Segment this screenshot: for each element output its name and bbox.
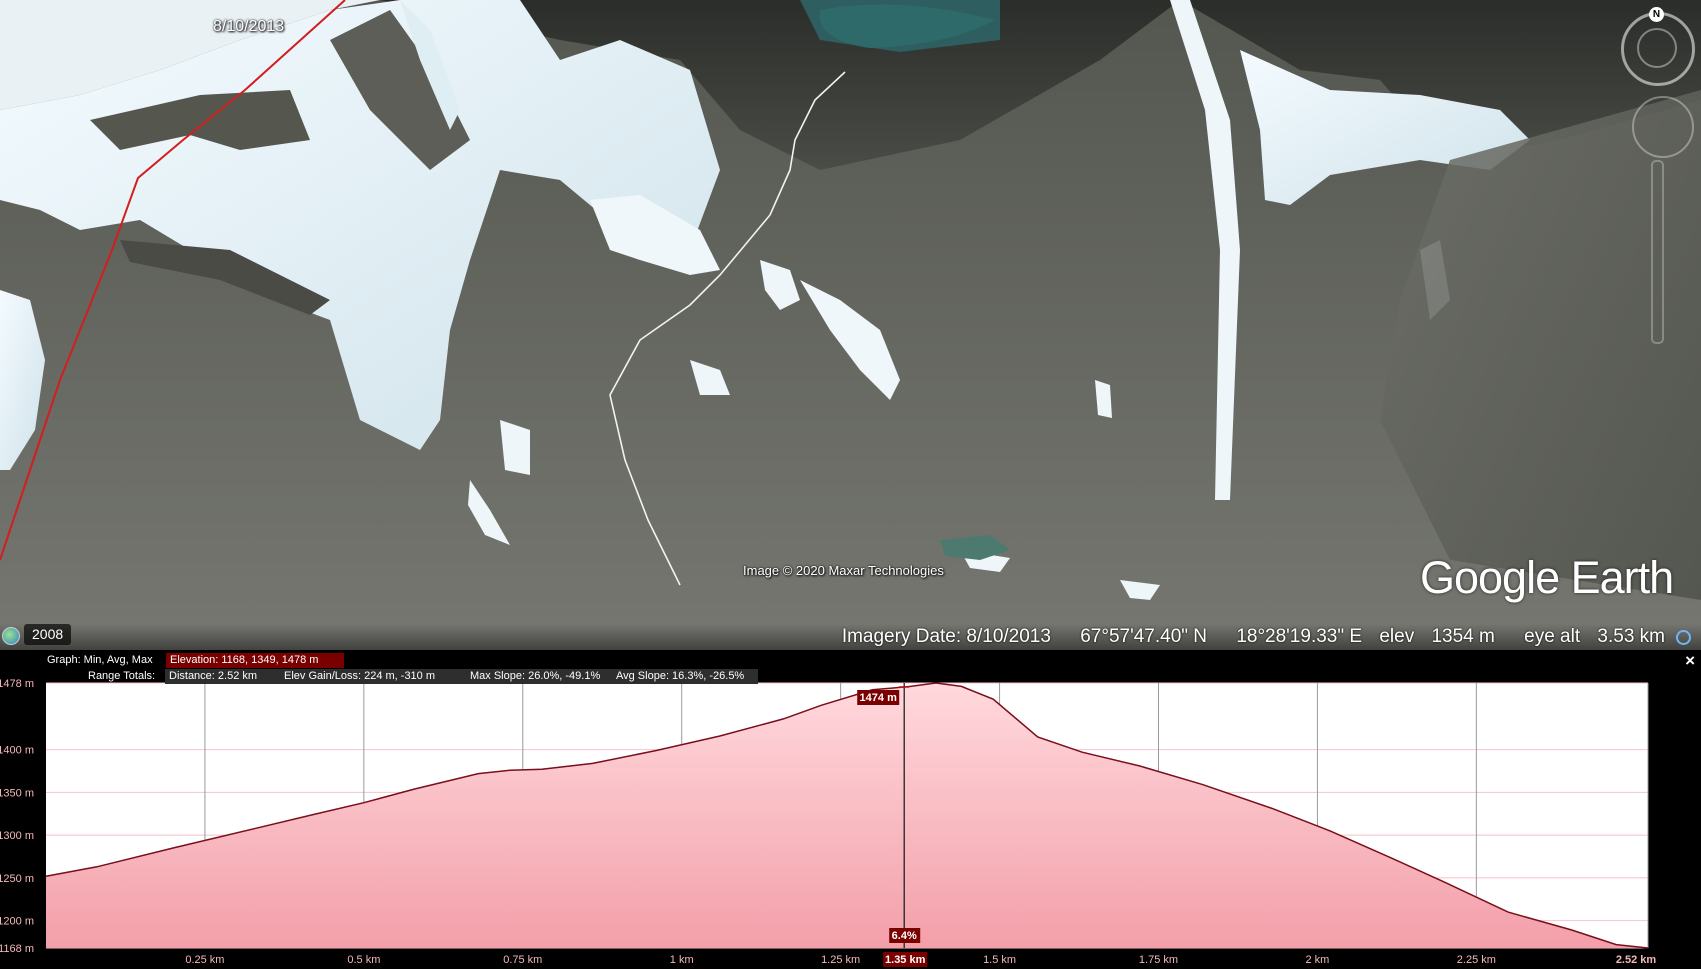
x-tick-label: 0.5 km bbox=[347, 954, 380, 966]
compass-ring-control[interactable] bbox=[1621, 12, 1695, 86]
cursor-elevation-label: 1474 m bbox=[860, 692, 898, 704]
elevation-profile-panel[interactable]: 1478 m 1400 m 1350 m 1300 m 1250 m 1200 m 1168… bbox=[0, 650, 1701, 969]
north-icon[interactable]: N bbox=[1649, 7, 1664, 22]
y-tick-label: 1250 m bbox=[0, 873, 34, 885]
x-tick-label: 1.5 km bbox=[983, 954, 1016, 966]
longitude-readout: 18°28'19.33" E bbox=[1236, 626, 1363, 647]
cursor-distance-label: 1.35 km bbox=[885, 954, 926, 966]
x-tick-label: 1.75 km bbox=[1139, 954, 1178, 966]
max-slope: Max Slope: 26.0%, -49.1% bbox=[466, 669, 612, 684]
x-tick-label: 0.25 km bbox=[185, 954, 224, 966]
elev-gain-loss: Elev Gain/Loss: 224 m, -310 m bbox=[280, 669, 466, 684]
elev-readout: 1354 m bbox=[1431, 626, 1495, 647]
distance-total: Distance: 2.52 km bbox=[165, 669, 280, 684]
eye-alt-readout: 3.53 km bbox=[1597, 626, 1665, 647]
elevation-summary: Elevation: 1168, 1349, 1478 m bbox=[166, 653, 344, 668]
imagery-attribution: Image © 2020 Maxar Technologies bbox=[743, 563, 944, 578]
cursor-slope-label: 6.4% bbox=[892, 930, 917, 942]
latitude-readout: 67°57'47.40" N bbox=[1080, 626, 1208, 647]
x-tick-label: 2 km bbox=[1306, 954, 1330, 966]
imagery-date-label: 8/10/2013 bbox=[213, 18, 285, 35]
avg-slope: Avg Slope: 16.3%, -26.5% bbox=[612, 669, 758, 684]
x-tick-label: 1 km bbox=[670, 954, 694, 966]
y-tick-label: 1200 m bbox=[0, 916, 34, 928]
elev-label: elev bbox=[1379, 626, 1415, 647]
x-tick-label: 1.25 km bbox=[821, 954, 860, 966]
3d-viewport[interactable]: 8/10/2013 Image © 2020 Maxar Technologie… bbox=[0, 0, 1701, 650]
y-tick-label: 1400 m bbox=[0, 745, 34, 757]
google-earth-logo: Google Earth bbox=[1420, 552, 1674, 603]
y-tick-label: 1478 m bbox=[0, 678, 34, 690]
status-readout: Imagery Date: 8/10/2013 67°57'47.40" N 1… bbox=[842, 626, 1665, 648]
imagery-date-status: Imagery Date: 8/10/2013 bbox=[841, 626, 1051, 647]
graph-mode-label: Graph: Min, Avg, Max bbox=[47, 654, 153, 666]
x-tick-label: 2.52 km bbox=[1616, 954, 1657, 966]
historical-imagery-year[interactable]: 2008 bbox=[24, 624, 72, 645]
y-tick-label: 1168 m bbox=[0, 943, 34, 955]
clock-globe-icon[interactable] bbox=[2, 627, 20, 645]
streaming-status-icon[interactable] bbox=[1676, 630, 1691, 645]
x-tick-label: 2.25 km bbox=[1457, 954, 1496, 966]
elevation-profile-chart[interactable]: 1478 m 1400 m 1350 m 1300 m 1250 m 1200 m 1168… bbox=[0, 650, 1701, 969]
eye-alt-label: eye alt bbox=[1524, 626, 1581, 647]
close-icon[interactable]: × bbox=[1685, 652, 1695, 670]
y-tick-label: 1350 m bbox=[0, 787, 34, 799]
x-tick-label: 0.75 km bbox=[503, 954, 542, 966]
range-totals-label: Range Totals: bbox=[88, 670, 156, 682]
y-tick-label: 1300 m bbox=[0, 830, 34, 842]
zoom-slider[interactable] bbox=[1651, 160, 1664, 344]
look-joystick-control[interactable] bbox=[1632, 96, 1694, 158]
